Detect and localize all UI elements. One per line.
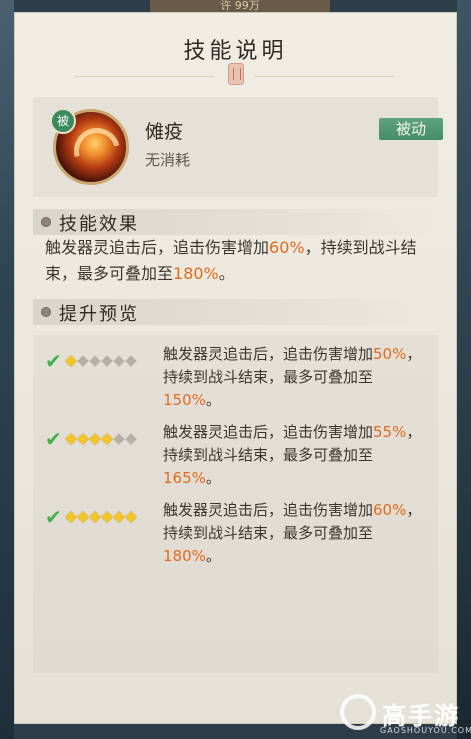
preview-value-max: 180% <box>163 547 206 565</box>
preview-text-1: 触发器灵追击后，追击伤害增加 <box>163 345 374 363</box>
star-lit-icon: ◆ <box>101 429 113 447</box>
star-lit-icon: ◆ <box>77 507 89 525</box>
preview-value-damage: 60% <box>373 501 407 519</box>
seal-ornament-icon <box>228 63 244 85</box>
effect-text-3: 。 <box>218 264 235 283</box>
star-unlit-icon: ◆ <box>89 351 101 369</box>
effect-description: 触发器灵追击后，追击伤害增加60%，持续到战斗结束，最多可叠加至180%。 <box>45 235 425 287</box>
star-unlit-icon: ◆ <box>113 429 125 447</box>
panel-title: 技能说明 <box>183 39 288 64</box>
background-right-edge <box>457 0 471 739</box>
preview-section-title: 提升预览 <box>59 304 139 325</box>
star-rating: ✔ ◆ ◆ ◆ ◆ ◆ ◆ <box>45 429 145 449</box>
skill-swirl-graphic <box>65 119 129 183</box>
star-lit-icon: ◆ <box>89 429 101 447</box>
background-left-edge <box>0 0 14 739</box>
effect-section-title: 技能效果 <box>59 214 139 235</box>
preview-value-damage: 55% <box>373 423 407 441</box>
watermark-logo: 高手游 GAOSHOUYOU.COM <box>340 694 471 738</box>
preview-description: 触发器灵追击后，追击伤害增加60%，持续到战斗结束，最多可叠加至180%。 <box>163 499 428 568</box>
effect-value-damage: 60% <box>269 238 305 257</box>
star-rating: ✔ ◆ ◆ ◆ ◆ ◆ ◆ <box>45 507 145 527</box>
preview-description: 触发器灵追击后，追击伤害增加55%，持续到战斗结束，最多可叠加至165%。 <box>163 421 428 490</box>
skill-fire-icon[interactable]: 被 <box>50 108 129 185</box>
skill-cost: 无消耗 <box>145 151 191 169</box>
preview-text-3: 。 <box>205 469 221 487</box>
star-lit-icon: ◆ <box>125 507 137 525</box>
watermark-url: GAOSHOUYOU.COM <box>380 726 471 735</box>
star-unlit-icon: ◆ <box>77 351 89 369</box>
skill-type-badge: 被动 <box>379 118 443 140</box>
star-lit-icon: ◆ <box>65 507 77 525</box>
preview-row: ✔ ◆ ◆ ◆ ◆ ◆ ◆ 触发器灵追击后，追击伤害增加60%，持续到战斗结束，最多可叠加至… <box>33 499 438 571</box>
star-unlit-icon: ◆ <box>125 429 137 447</box>
skill-description-panel: 技能说明 被 傩疫 无消耗 被动 技能效果 触发器灵追击后，追击伤害增加60%，… <box>14 12 457 724</box>
star-unlit-icon: ◆ <box>113 351 125 369</box>
preview-text-1: 触发器灵追击后，追击伤害增加 <box>163 501 374 519</box>
preview-value-damage: 50% <box>373 345 407 363</box>
effect-section-header: 技能效果 <box>33 209 438 235</box>
star-lit-icon: ◆ <box>89 507 101 525</box>
star-unlit-icon: ◆ <box>125 351 137 369</box>
preview-text-1: 触发器灵追击后，追击伤害增加 <box>163 423 374 441</box>
check-icon: ✔ <box>45 349 62 373</box>
star-lit-icon: ◆ <box>65 429 77 447</box>
preview-list: ✔ ◆ ◆ ◆ ◆ ◆ ◆ 触发器灵追击后，追击伤害增加50%，持续到战斗结束，最多可叠加至… <box>33 335 438 673</box>
effect-text-1: 触发器灵追击后，追击伤害增加 <box>45 238 270 257</box>
section-bullet-icon <box>41 217 51 227</box>
preview-value-max: 165% <box>163 469 206 487</box>
section-bullet-icon <box>41 307 51 317</box>
preview-description: 触发器灵追击后，追击伤害增加50%，持续到战斗结束，最多可叠加至150%。 <box>163 343 428 412</box>
star-unlit-icon: ◆ <box>101 351 113 369</box>
star-lit-icon: ◆ <box>65 351 77 369</box>
check-icon: ✔ <box>45 427 62 451</box>
title-divider-right <box>255 76 395 77</box>
passive-badge: 被 <box>50 108 76 134</box>
star-lit-icon: ◆ <box>113 507 125 525</box>
preview-text-3: 。 <box>205 391 221 409</box>
star-lit-icon: ◆ <box>101 507 113 525</box>
preview-row: ✔ ◆ ◆ ◆ ◆ ◆ ◆ 触发器灵追击后，追击伤害增加55%，持续到战斗结束，最多可叠加至… <box>33 421 438 493</box>
preview-section-header: 提升预览 <box>33 299 438 325</box>
title-divider-left <box>75 76 215 77</box>
effect-value-max: 180% <box>173 264 219 283</box>
watermark-g-icon <box>340 694 376 730</box>
star-rating: ✔ ◆ ◆ ◆ ◆ ◆ ◆ <box>45 351 145 371</box>
preview-row: ✔ ◆ ◆ ◆ ◆ ◆ ◆ 触发器灵追击后，追击伤害增加50%，持续到战斗结束，最多可叠加至… <box>33 343 438 415</box>
check-icon: ✔ <box>45 505 62 529</box>
preview-value-max: 150% <box>163 391 206 409</box>
skill-card: 被 傩疫 无消耗 被动 <box>33 97 443 197</box>
skill-name: 傩疫 <box>145 121 184 143</box>
preview-text-3: 。 <box>205 547 221 565</box>
star-lit-icon: ◆ <box>77 429 89 447</box>
